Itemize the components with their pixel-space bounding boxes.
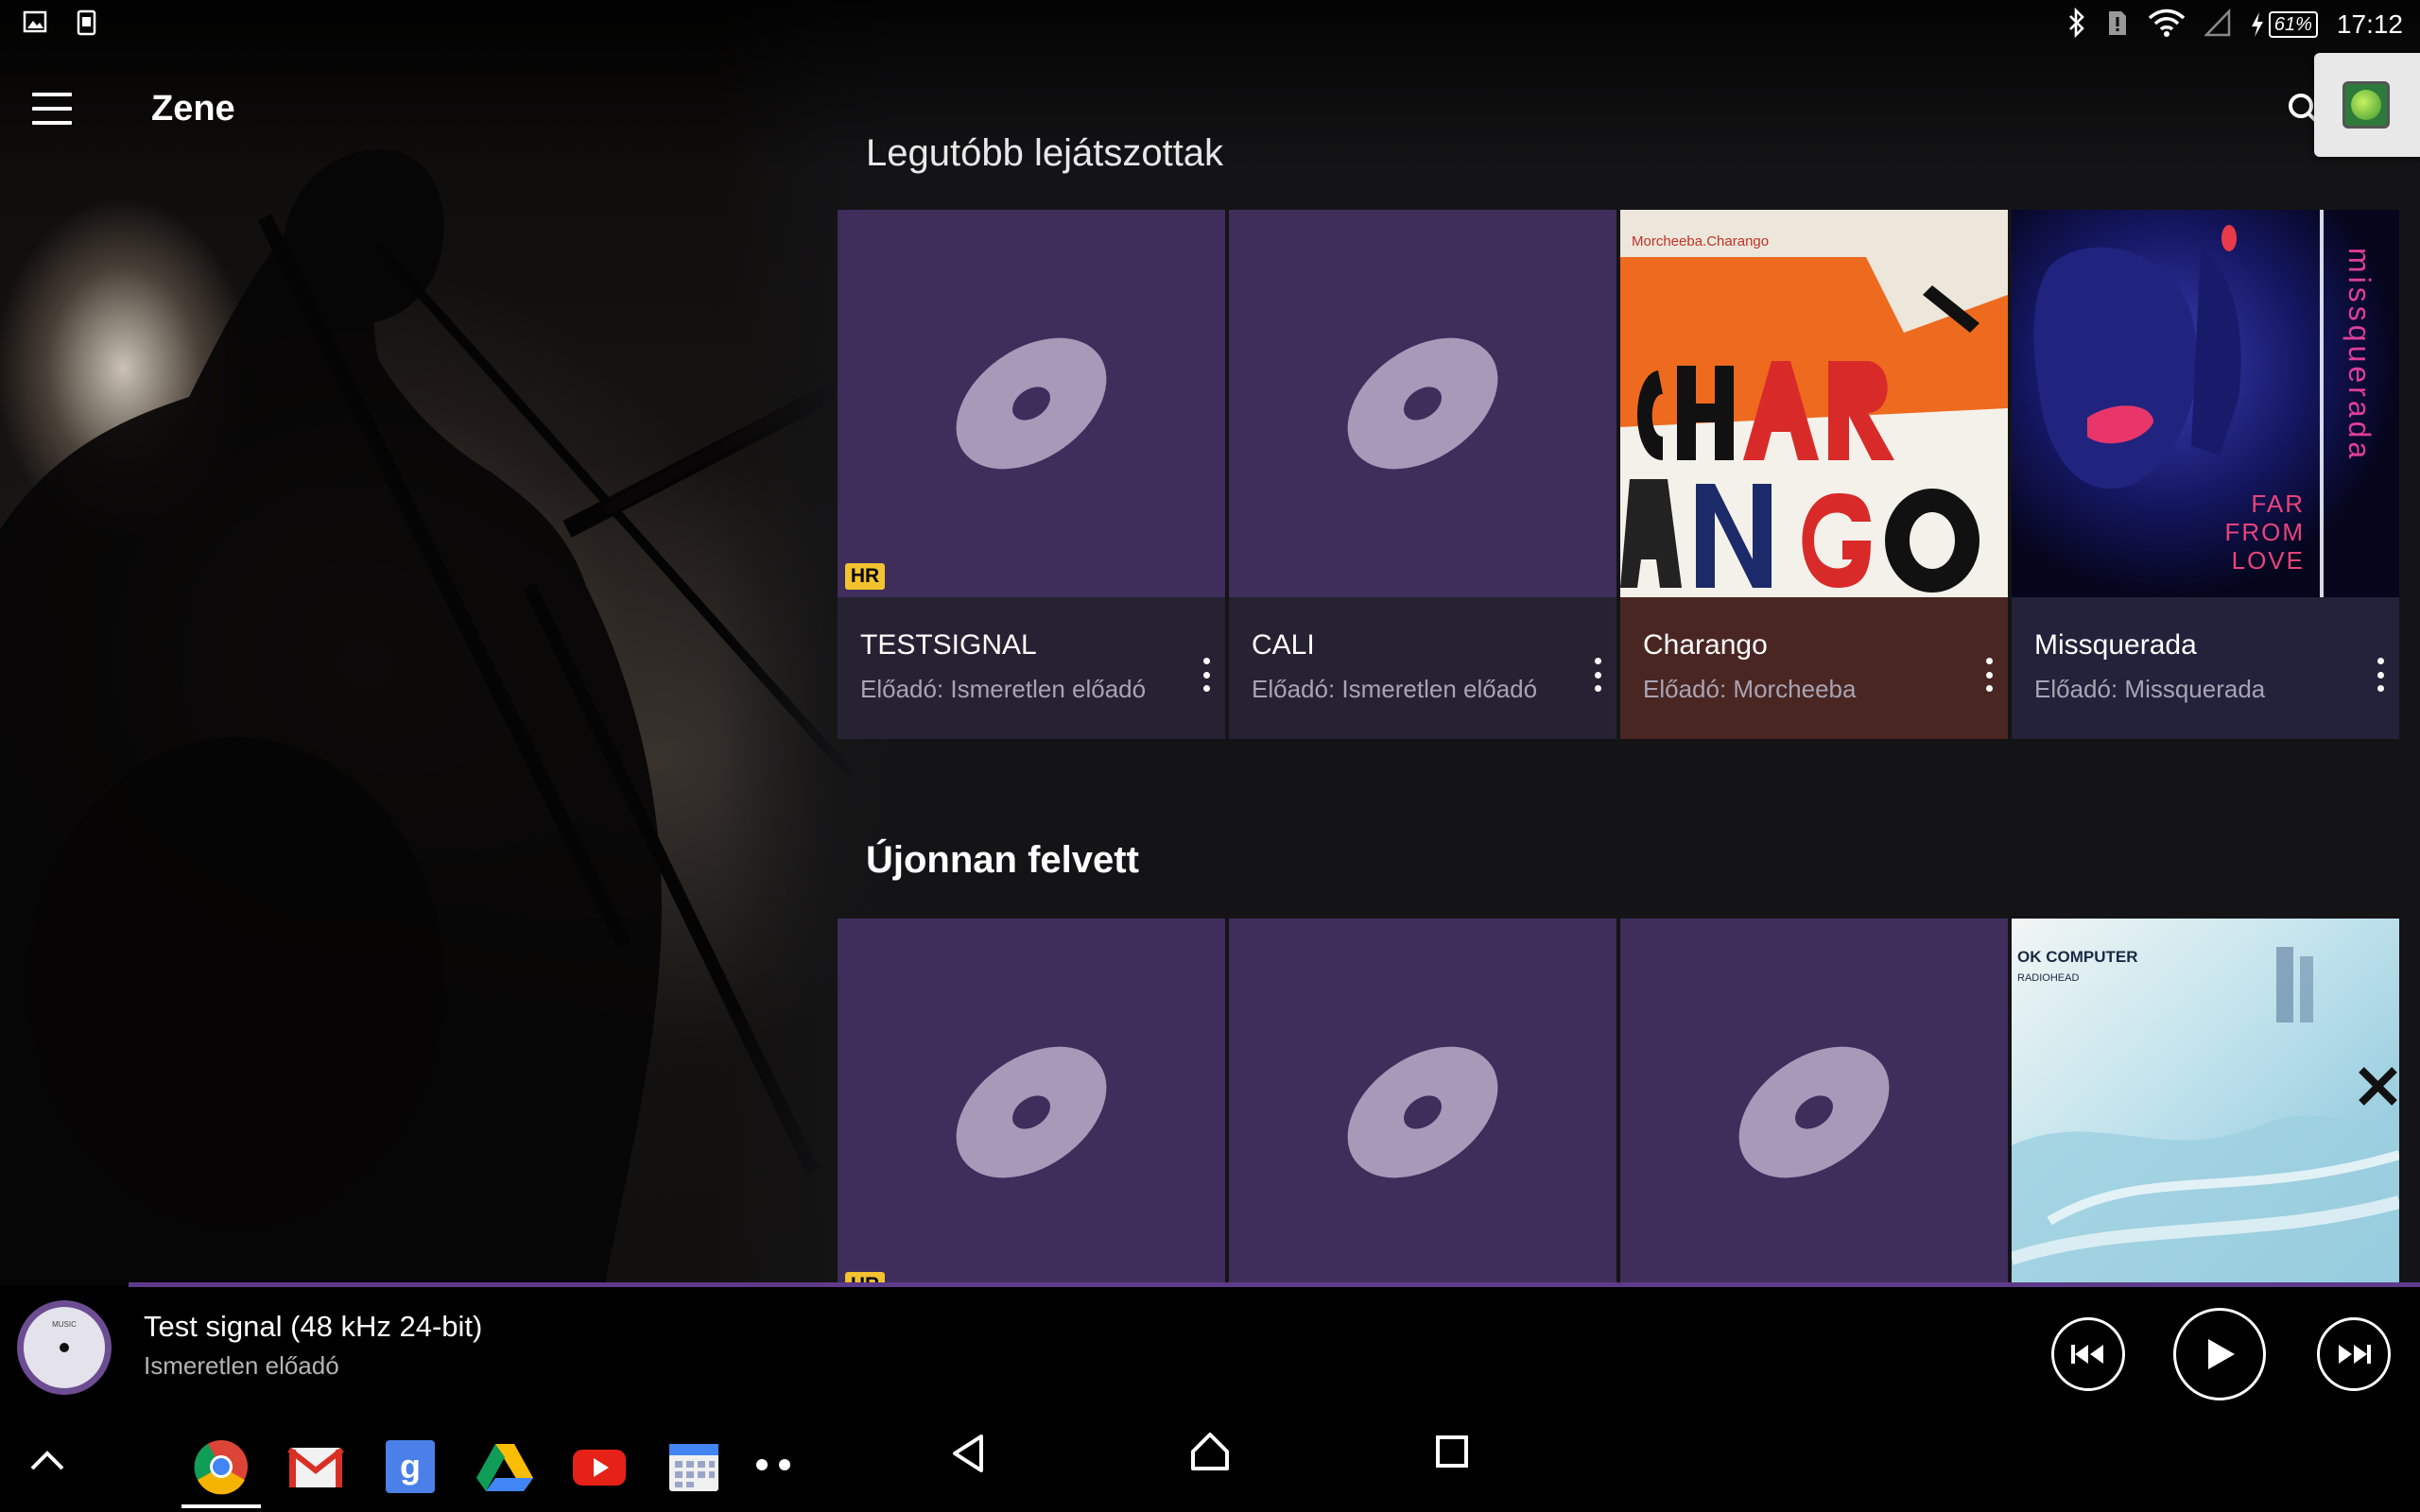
more-options-icon[interactable] [2377, 658, 2384, 692]
album-card-new-2[interactable] [1229, 919, 1616, 1282]
clock: 17:12 [2336, 9, 2403, 39]
album-card-new-3[interactable] [1620, 919, 2008, 1282]
wifi-icon [2148, 8, 2186, 43]
more-options-icon[interactable] [1594, 658, 1601, 692]
disc-icon [1738, 1046, 1890, 1178]
hi-res-badge: HR [845, 563, 885, 590]
cell-signal-icon [2203, 8, 2231, 42]
play-button[interactable] [2173, 1308, 2266, 1400]
album-card-charango[interactable]: Morcheeba.Charango Charango Előadó: Morc… [1620, 210, 2008, 739]
active-app-indicator [182, 1504, 261, 1508]
drive-icon[interactable] [476, 1438, 533, 1495]
album-title: Charango [1643, 629, 1768, 661]
disc-icon [956, 337, 1107, 470]
sim-alert-icon [2106, 8, 2129, 43]
album-title: CALI [1252, 629, 1315, 661]
charango-header-text: Morcheeba.Charango [1632, 233, 1769, 249]
next-icon [2339, 1345, 2371, 1364]
album-art-charango: Morcheeba.Charango [1620, 210, 2008, 597]
status-bar: 61% 17:12 [0, 0, 2420, 49]
album-card-testsignal[interactable]: HR TESTSIGNAL Előadó: Ismeretlen előadó [838, 210, 1225, 739]
recents-icon[interactable] [1435, 1435, 1469, 1473]
hi-res-badge: HR [845, 1272, 885, 1282]
gmail-icon[interactable] [287, 1438, 344, 1495]
section-title-recently-added: Újonnan felvett [866, 839, 1139, 881]
globe-icon [2342, 81, 2390, 129]
more-apps-icon[interactable] [752, 1455, 800, 1474]
previous-button[interactable] [2051, 1317, 2125, 1391]
album-artist: Előadó: Morcheeba [1643, 675, 1857, 703]
album-info: CALI Előadó: Ismeretlen előadó [1229, 597, 1616, 739]
album-card-missquerada[interactable]: missquerada FAR FROM LOVE Missquerada El… [2012, 210, 2399, 739]
album-info: Charango Előadó: Morcheeba [1620, 597, 2008, 739]
album-art-placeholder: HR [838, 210, 1225, 597]
youtube-icon[interactable] [571, 1438, 628, 1495]
track-artist: Ismeretlen előadó [144, 1351, 339, 1380]
play-icon [2208, 1339, 2235, 1369]
disc-label: MUSIC [52, 1320, 77, 1329]
album-art-missquerada: missquerada FAR FROM LOVE [2012, 210, 2399, 597]
back-icon[interactable] [949, 1433, 987, 1479]
album-title: Missquerada [2034, 629, 2197, 661]
gallery-icon [23, 9, 47, 41]
home-icon[interactable] [1189, 1431, 1231, 1477]
disc-icon [956, 1046, 1107, 1178]
calendar-icon[interactable] [666, 1438, 722, 1495]
app-drawer-icon[interactable] [28, 1448, 66, 1477]
album-artist: Előadó: Missquerada [2034, 675, 2266, 703]
svg-text:g: g [400, 1447, 421, 1486]
album-info: TESTSIGNAL Előadó: Ismeretlen előadó [838, 597, 1225, 739]
now-playing-art: MUSIC [17, 1300, 112, 1395]
more-options-icon[interactable] [1202, 658, 1210, 692]
album-art-placeholder [1229, 210, 1616, 597]
missquerada-side-text: missquerada [2342, 248, 2377, 462]
album-artist: Előadó: Ismeretlen előadó [860, 675, 1147, 703]
menu-icon[interactable] [32, 93, 72, 125]
far-text: FAR [2251, 490, 2305, 518]
battery-indicator: 61% [2250, 11, 2318, 38]
from-text: FROM [2224, 518, 2305, 546]
more-options-icon[interactable] [1985, 658, 1993, 692]
mini-player[interactable]: MUSIC Test signal (48 kHz 24-bit) Ismere… [0, 1287, 2420, 1400]
previous-icon [2071, 1345, 2103, 1364]
navigation-bar: g [0, 1400, 2420, 1512]
album-title: TESTSIGNAL [860, 629, 1037, 661]
battery-level: 61% [2268, 11, 2318, 38]
chrome-icon[interactable] [193, 1438, 250, 1495]
next-button[interactable] [2317, 1317, 2391, 1391]
album-card-cali[interactable]: CALI Előadó: Ismeretlen előadó [1229, 210, 1616, 739]
album-artist: Előadó: Ismeretlen előadó [1252, 675, 1538, 703]
bluetooth-icon [2066, 7, 2087, 43]
track-title: Test signal (48 kHz 24-bit) [144, 1310, 483, 1343]
album-art-ok-computer: OK COMPUTER RADIOHEAD [2012, 919, 2399, 1282]
okc-artist-text: RADIOHEAD [2017, 972, 2079, 984]
app-title: Zene [151, 89, 235, 129]
okc-title-text: OK COMPUTER [2017, 948, 2138, 966]
album-art-placeholder [1229, 919, 1616, 1282]
screenshot-icon [74, 9, 98, 41]
disc-icon [1347, 337, 1498, 470]
disc-icon [1347, 1046, 1498, 1178]
album-info: Missquerada Előadó: Missquerada [2012, 597, 2399, 739]
album-card-ok-computer[interactable]: OK COMPUTER RADIOHEAD [2012, 919, 2399, 1282]
love-text: LOVE [2232, 546, 2305, 575]
floating-app-shortcut[interactable] [2314, 53, 2420, 157]
album-card-new-1[interactable]: HR [838, 919, 1225, 1282]
charging-icon [2251, 12, 2263, 37]
album-art-placeholder: HR [838, 919, 1225, 1282]
google-search-icon[interactable]: g [382, 1438, 439, 1495]
album-art-placeholder [1620, 919, 2008, 1282]
section-title-recently-played: Legutóbb lejátszottak [866, 132, 1224, 174]
